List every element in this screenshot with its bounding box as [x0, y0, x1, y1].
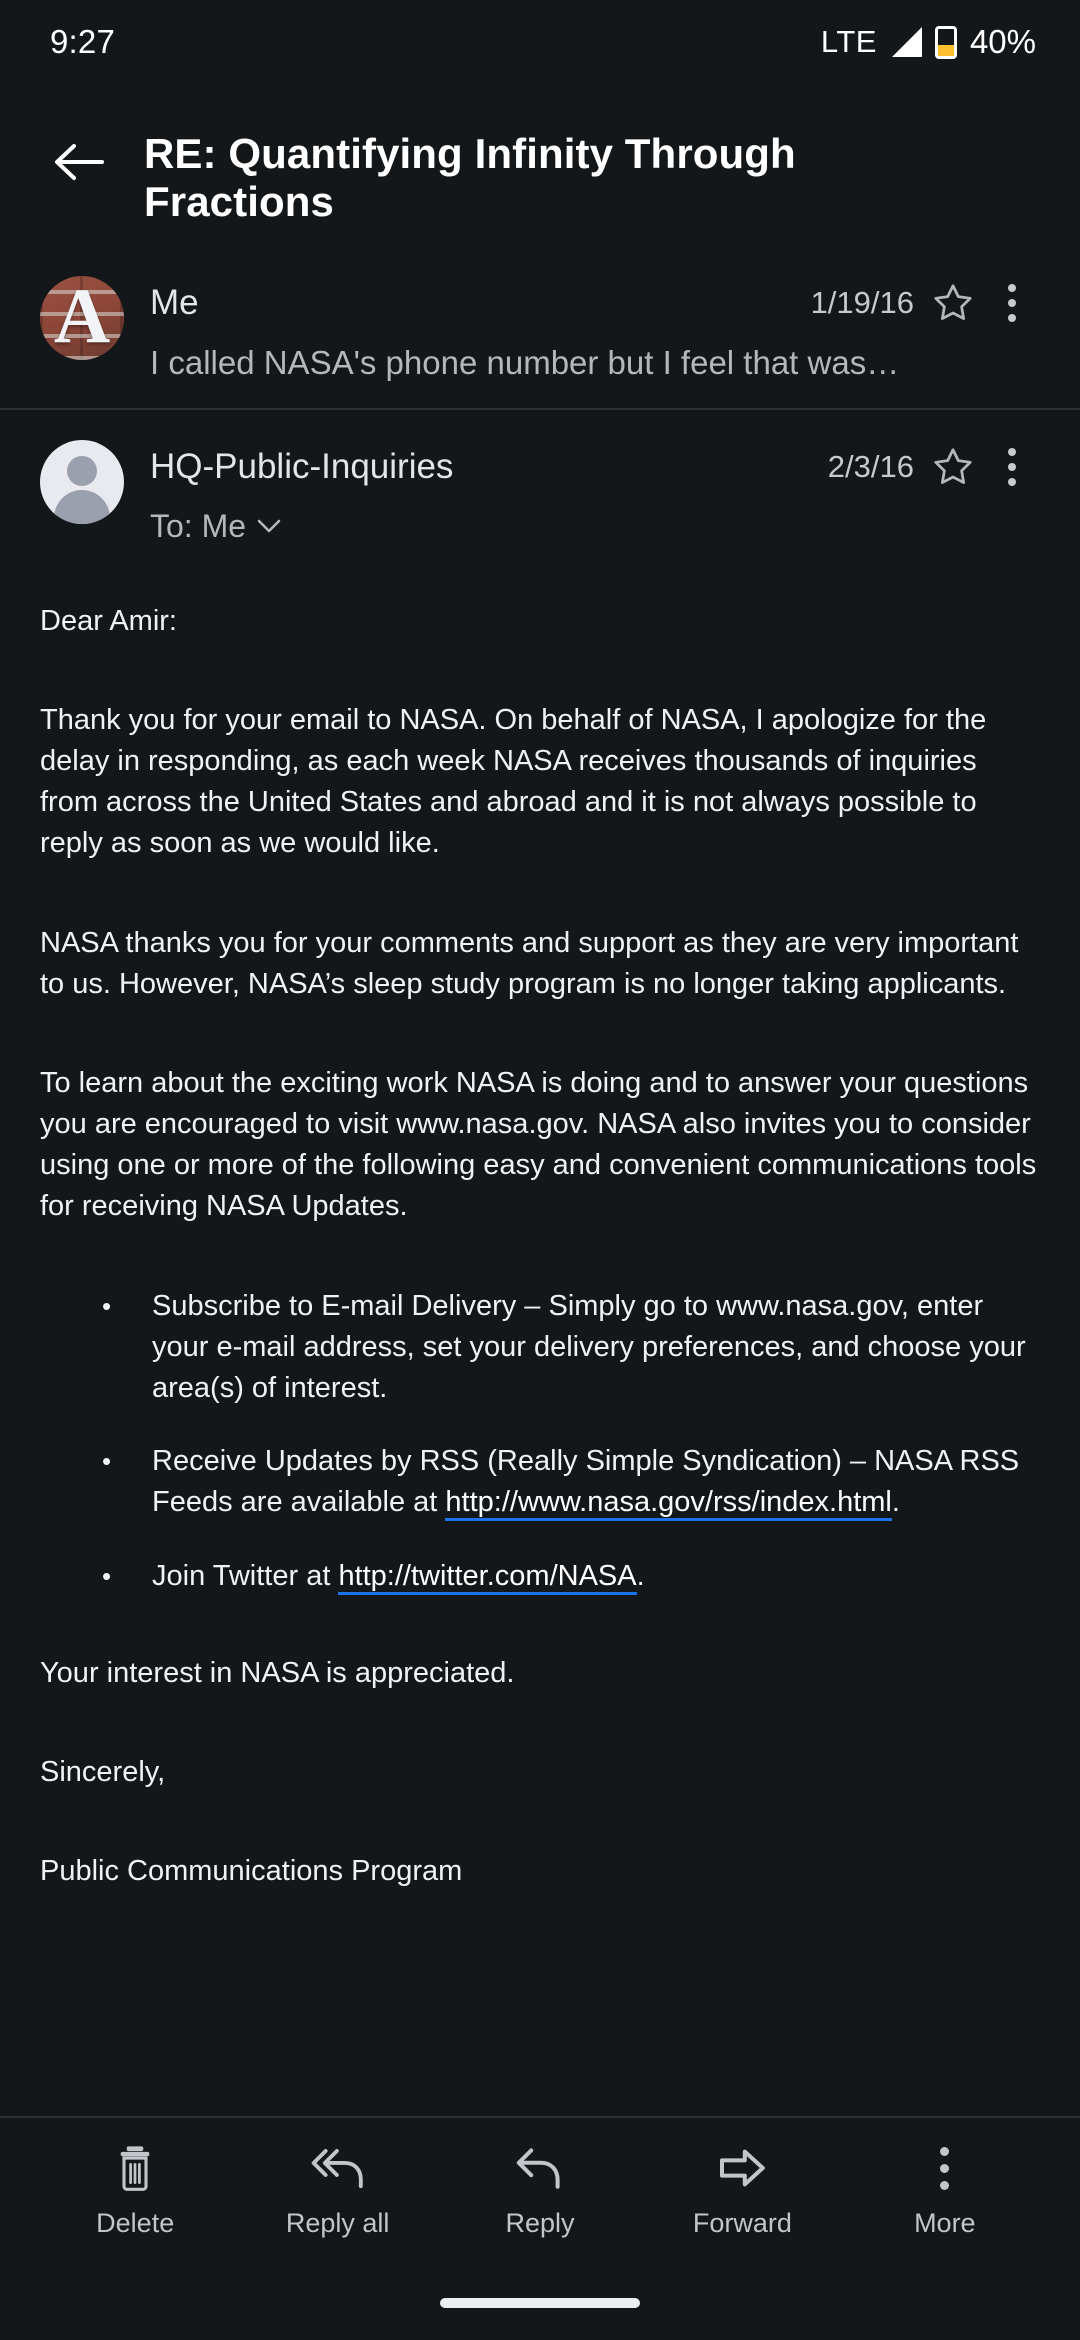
message-expanded-header: HQ-Public-Inquiries 2/3/16 To: Me — [0, 410, 1080, 545]
body-paragraph-3: To learn about the exciting work NASA is… — [40, 1066, 1037, 1223]
message-header-row: HQ-Public-Inquiries 2/3/16 — [150, 436, 1040, 498]
arrow-back-icon — [55, 144, 104, 180]
nasa-twitter-link[interactable]: http://twitter.com/NASA — [338, 1559, 637, 1595]
star-outline-icon — [934, 448, 972, 484]
avatar-wrapper — [40, 436, 128, 545]
bullet-marker: • — [102, 1446, 112, 1477]
star-button[interactable] — [922, 436, 984, 498]
star-button[interactable] — [922, 272, 984, 334]
action-toolbar: Delete Reply all Reply Forward More — [0, 2116, 1080, 2266]
message-collapsed-me[interactable]: A Me 1/19/16 I called NASA's phone numbe… — [0, 250, 1080, 410]
person-icon-body — [54, 489, 110, 524]
message-overflow-menu-button[interactable] — [984, 272, 1040, 334]
avatar-wrapper: A — [40, 272, 128, 382]
more-vert-icon-dot — [1008, 462, 1016, 471]
email-thread-screen: 9:27 LTE 40% RE: Quantifying Infinity Th… — [0, 0, 1080, 2340]
message-content: Me 1/19/16 I called NASA's phone number … — [128, 272, 1040, 382]
reply-all-button[interactable]: Reply all — [236, 2142, 438, 2239]
delete-button[interactable]: Delete — [34, 2142, 236, 2239]
star-outline-icon — [934, 284, 972, 320]
more-vert-icon-dot — [1008, 283, 1016, 292]
more-vert-icon-dot — [940, 2146, 950, 2156]
home-gesture-pill[interactable] — [440, 2298, 640, 2308]
body-closing-1: Your interest in NASA is appreciated. — [40, 1656, 515, 1689]
message-header-hq[interactable]: HQ-Public-Inquiries 2/3/16 To: Me — [40, 436, 1040, 545]
battery-percent-label: 40% — [969, 23, 1036, 60]
nasa-rss-link[interactable]: http://www.nasa.gov/rss/index.html — [445, 1486, 892, 1522]
more-vert-icon-dot — [940, 2163, 950, 2173]
back-button[interactable] — [30, 114, 126, 210]
message-snippet: I called NASA's phone number but I feel … — [150, 343, 900, 381]
message-list: A Me 1/19/16 I called NASA's phone numbe… — [0, 250, 1080, 2116]
forward-icon — [716, 2142, 768, 2194]
bullet-text-before: Join Twitter at — [152, 1559, 339, 1592]
reply-icon — [514, 2142, 566, 2194]
person-icon-head — [67, 455, 97, 486]
recipients-toggle[interactable]: To: Me — [150, 508, 1040, 545]
bullet-text: Receive Updates by RSS (Really Simple Sy… — [152, 1441, 1042, 1523]
avatar-letter: A — [53, 275, 111, 359]
network-type-label: LTE — [820, 24, 877, 59]
sender-name: Me — [150, 282, 199, 322]
more-vert-icon-dot — [1008, 298, 1016, 307]
recipients-label: To: Me — [150, 507, 247, 544]
forward-button[interactable]: Forward — [641, 2142, 843, 2239]
subject-header: RE: Quantifying Infinity Through Fractio… — [0, 84, 1080, 250]
reply-all-icon — [309, 2142, 367, 2194]
chevron-down-icon — [257, 519, 281, 533]
status-bar-indicators: LTE 40% — [821, 23, 1036, 61]
bullet-marker: • — [102, 1560, 112, 1591]
sender-name: HQ-Public-Inquiries — [150, 446, 454, 486]
more-vert-icon-dot — [1008, 477, 1016, 486]
toolbar-label: More — [914, 2208, 976, 2238]
bullet-text: Subscribe to E-mail Delivery – Simply go… — [152, 1289, 1026, 1404]
body-greeting: Dear Amir: — [40, 604, 177, 637]
avatar[interactable]: A — [40, 275, 124, 360]
message-content: HQ-Public-Inquiries 2/3/16 To: Me — [128, 436, 1040, 545]
more-vert-icon-dot — [940, 2180, 950, 2190]
status-bar: 9:27 LTE 40% — [0, 0, 1080, 84]
message-header-row: Me 1/19/16 — [150, 272, 1040, 334]
signal-triangle-icon — [890, 27, 922, 57]
battery-icon — [934, 25, 957, 59]
toolbar-label: Forward — [692, 2208, 792, 2238]
message-body: Dear Amir: Thank you for your email to N… — [0, 545, 1080, 1892]
trash-icon — [113, 2142, 157, 2194]
bullet-marker: • — [102, 1290, 112, 1321]
message-overflow-menu-button[interactable] — [984, 436, 1040, 498]
more-vert-icon-dot — [1008, 313, 1016, 322]
status-bar-clock: 9:27 — [50, 23, 116, 60]
avatar[interactable] — [40, 439, 124, 524]
system-navigation-bar — [0, 2266, 1080, 2340]
more-vert-icon-dot — [1008, 447, 1016, 456]
body-paragraph-2: NASA thanks you for your comments and su… — [40, 926, 1019, 1000]
body-closing-2: Sincerely, — [40, 1755, 166, 1788]
toolbar-label: Reply all — [285, 2208, 390, 2238]
toolbar-label: Reply — [505, 2208, 575, 2238]
body-paragraph-1: Thank you for your email to NASA. On beh… — [40, 703, 987, 860]
body-signature: Public Communications Program — [40, 1855, 463, 1888]
list-item: • Join Twitter at http://twitter.com/NAS… — [102, 1556, 1042, 1597]
page-title: RE: Quantifying Infinity Through Fractio… — [144, 130, 796, 225]
more-vert-icon — [940, 2142, 950, 2194]
list-item: • Subscribe to E-mail Delivery – Simply … — [102, 1286, 1042, 1410]
more-button[interactable]: More — [844, 2142, 1046, 2239]
bullet-text-after: . — [636, 1559, 645, 1592]
reply-button[interactable]: Reply — [439, 2142, 641, 2239]
toolbar-label: Delete — [96, 2208, 175, 2238]
bullet-text: Join Twitter at http://twitter.com/NASA. — [152, 1556, 1042, 1597]
list-item: • Receive Updates by RSS (Really Simple … — [102, 1441, 1042, 1523]
body-bullet-list: • Subscribe to E-mail Delivery – Simply … — [40, 1286, 1042, 1597]
bullet-text-after: . — [891, 1486, 900, 1519]
message-date: 2/3/16 — [827, 448, 914, 484]
message-date: 1/19/16 — [810, 284, 914, 320]
battery-fill — [937, 44, 954, 56]
